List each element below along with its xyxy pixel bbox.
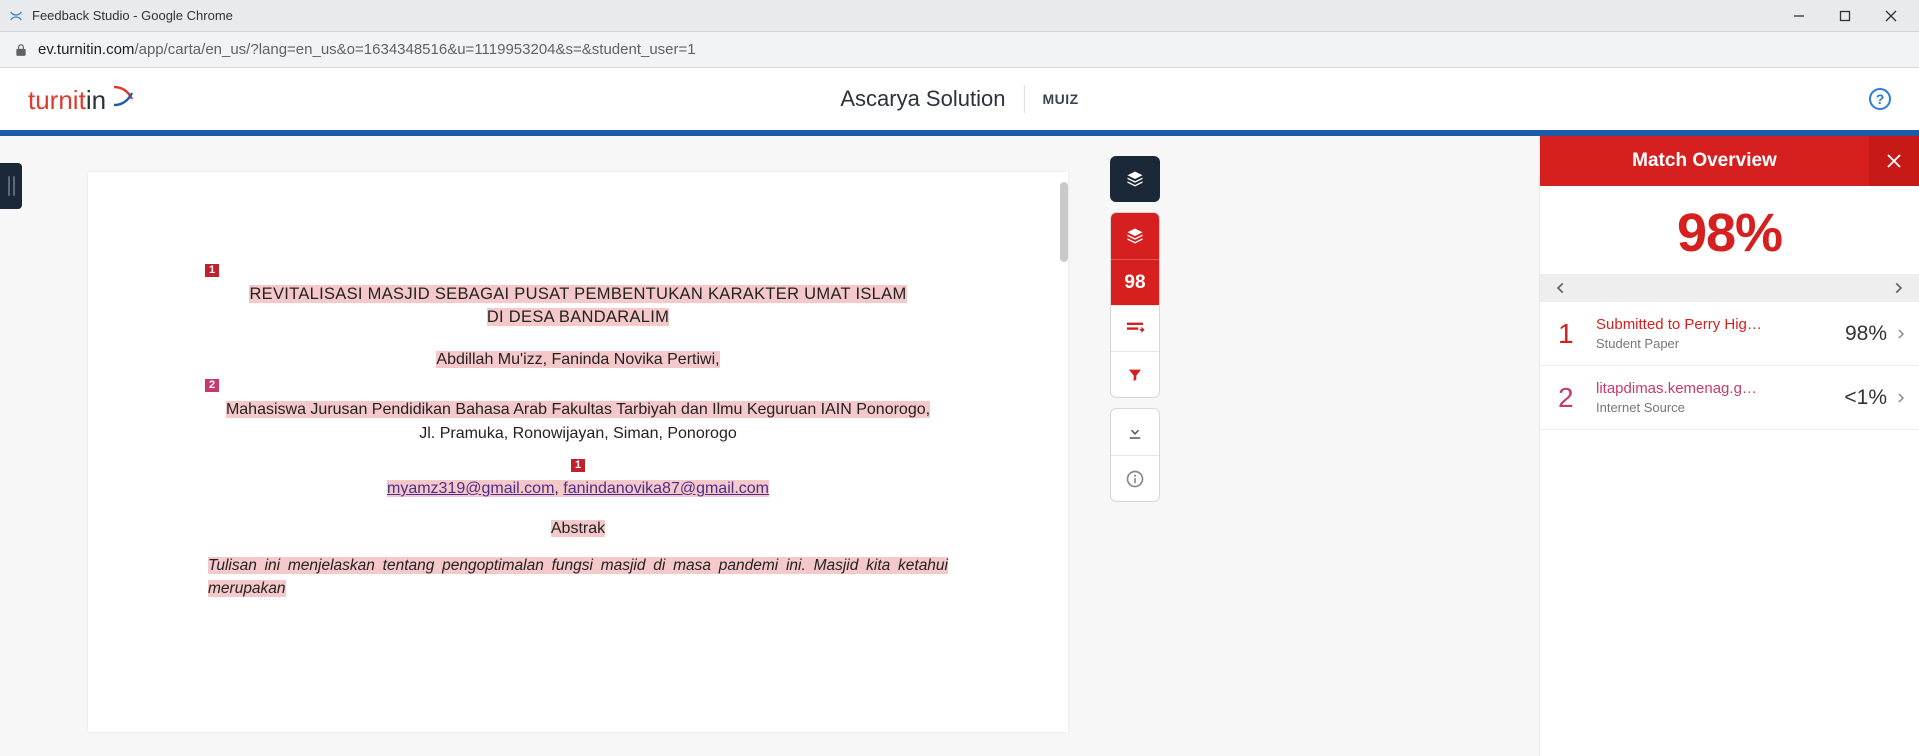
- left-drawer-handle[interactable]: [0, 163, 22, 209]
- similarity-layers-button[interactable]: [1111, 213, 1159, 259]
- app-header: turnitin Ascarya Solution MUIZ ?: [0, 68, 1919, 130]
- maximize-button[interactable]: [1831, 4, 1859, 28]
- match-marker-1b[interactable]: 1: [571, 459, 585, 472]
- match-row[interactable]: 2 litapdimas.kemenag.g… Internet Source …: [1540, 366, 1919, 430]
- email-separator: ,: [554, 480, 563, 497]
- match-number: 1: [1558, 318, 1590, 350]
- panel-title: Match Overview: [1540, 150, 1869, 172]
- doc-title-line2: DI DESA BANDARALIM: [487, 308, 669, 326]
- logo-swirl-icon: [108, 83, 138, 109]
- similarity-score: 98: [1124, 272, 1145, 294]
- match-number: 2: [1558, 382, 1590, 414]
- doc-body-text: Tulisan ini menjelaskan tentang pengopti…: [208, 557, 948, 597]
- utility-group: [1110, 408, 1160, 502]
- url-text[interactable]: ev.turnitin.com/app/carta/en_us/?lang=en…: [38, 41, 696, 58]
- overall-similarity: 98%: [1540, 186, 1919, 274]
- match-overview-panel: Match Overview 98% 1 Submitted to Perry …: [1539, 136, 1919, 756]
- help-button[interactable]: ?: [1869, 88, 1891, 110]
- doc-authors: Abdillah Mu'izz, Faninda Novika Pertiwi,: [436, 351, 719, 368]
- match-nav: [1540, 274, 1919, 302]
- similarity-score-button[interactable]: 98: [1111, 259, 1159, 305]
- workspace: 1 REVITALISASI MASJID SEBAGAI PUSAT PEMB…: [0, 136, 1919, 756]
- panel-header: Match Overview: [1540, 136, 1919, 186]
- address-bar: ev.turnitin.com/app/carta/en_us/?lang=en…: [0, 32, 1919, 68]
- doc-email-1[interactable]: myamz319@gmail.com: [387, 480, 554, 497]
- doc-affiliation-2: Jl. Pramuka, Ronowijayan, Siman, Ponorog…: [419, 425, 737, 442]
- prev-match-button[interactable]: [1548, 281, 1574, 295]
- logo-part2: in: [86, 85, 106, 116]
- doc-abstract-heading: Abstrak: [551, 520, 605, 537]
- browser-titlebar: Feedback Studio - Google Chrome: [0, 0, 1919, 32]
- url-host: ev.turnitin.com: [38, 41, 134, 58]
- doc-title-line1: REVITALISASI MASJID SEBAGAI PUSAT PEMBEN…: [249, 285, 906, 303]
- match-source: litapdimas.kemenag.g…: [1596, 380, 1836, 397]
- panel-close-button[interactable]: [1869, 136, 1919, 186]
- document-scrollbar[interactable]: [1058, 172, 1068, 732]
- layers-button[interactable]: [1110, 156, 1160, 202]
- help-label: ?: [1876, 91, 1885, 107]
- chevron-right-icon: [1895, 390, 1907, 406]
- turnitin-logo[interactable]: turnitin: [28, 83, 138, 116]
- match-percent: <1%: [1836, 386, 1895, 410]
- all-sources-button[interactable]: [1111, 305, 1159, 351]
- window-title: Feedback Studio - Google Chrome: [32, 8, 1785, 23]
- match-marker-2[interactable]: 2: [205, 379, 219, 392]
- match-type: Internet Source: [1596, 400, 1836, 415]
- match-source: Submitted to Perry Hig…: [1596, 316, 1837, 333]
- favicon-icon: [8, 8, 24, 24]
- doc-email-2[interactable]: fanindanovika87@gmail.com: [563, 480, 769, 497]
- right-toolbar: 98: [1110, 156, 1160, 502]
- scrollbar-thumb[interactable]: [1060, 182, 1068, 262]
- chevron-right-icon: [1895, 326, 1907, 342]
- document-page: 1 REVITALISASI MASJID SEBAGAI PUSAT PEMB…: [88, 172, 1068, 600]
- match-marker-1[interactable]: 1: [205, 264, 219, 277]
- grip-icon: [8, 176, 15, 196]
- download-button[interactable]: [1111, 409, 1159, 455]
- header-center: Ascarya Solution MUIZ: [840, 85, 1078, 113]
- next-match-button[interactable]: [1885, 281, 1911, 295]
- close-window-button[interactable]: [1877, 4, 1905, 28]
- doc-affiliation-1: Mahasiswa Jurusan Pendidikan Bahasa Arab…: [226, 401, 930, 418]
- match-percent: 98%: [1837, 322, 1895, 346]
- minimize-button[interactable]: [1785, 4, 1813, 28]
- match-type: Student Paper: [1596, 336, 1837, 351]
- window-controls: [1785, 4, 1911, 28]
- logo-part1: turnit: [28, 85, 86, 116]
- header-divider: [1023, 85, 1024, 113]
- info-button[interactable]: [1111, 455, 1159, 501]
- document-viewer[interactable]: 1 REVITALISASI MASJID SEBAGAI PUSAT PEMB…: [88, 172, 1068, 732]
- url-path: /app/carta/en_us/?lang=en_us&o=163434851…: [134, 41, 695, 58]
- user-name: MUIZ: [1042, 91, 1078, 107]
- match-row[interactable]: 1 Submitted to Perry Hig… Student Paper …: [1540, 302, 1919, 366]
- lock-icon: [14, 43, 28, 57]
- assignment-title: Ascarya Solution: [840, 86, 1005, 112]
- filter-button[interactable]: [1111, 351, 1159, 397]
- similarity-group: 98: [1110, 212, 1160, 398]
